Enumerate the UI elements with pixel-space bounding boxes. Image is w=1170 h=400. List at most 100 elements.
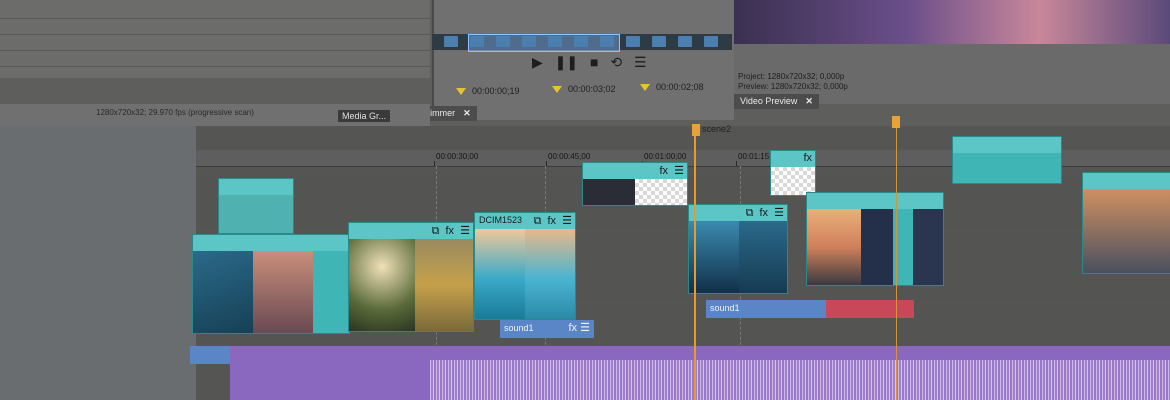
- film-frame: [522, 36, 536, 47]
- menu-icon[interactable]: ☰: [460, 225, 470, 237]
- track-headers: [0, 126, 196, 400]
- menu-icon[interactable]: ☰: [774, 207, 784, 219]
- explorer-panel: [0, 0, 430, 78]
- clip-thumbnail: [313, 251, 349, 333]
- crop-icon[interactable]: ⧉: [534, 215, 542, 227]
- clip-thumbnail: [475, 229, 525, 319]
- video-clip[interactable]: [806, 192, 944, 286]
- film-frame: [626, 36, 640, 47]
- ruler-label: 00:00:45;00: [548, 152, 591, 161]
- clip-thumbnail: [635, 179, 687, 205]
- audio-clip[interactable]: [826, 300, 914, 318]
- crop-icon[interactable]: ⧉: [746, 207, 754, 219]
- trimmer-selection[interactable]: [468, 34, 620, 52]
- trimmer-filmstrip[interactable]: [432, 34, 732, 52]
- video-clip[interactable]: fx ☰: [582, 162, 688, 206]
- clip-controls: fx: [800, 152, 812, 164]
- menu-icon[interactable]: ☰: [674, 165, 684, 177]
- clip-thumbnail: [349, 239, 415, 331]
- scene-marker-label: scene2: [702, 124, 732, 134]
- ruler-label: 00:01:00;00: [644, 152, 687, 161]
- menu-icon[interactable]: ☰: [634, 54, 647, 70]
- video-clip[interactable]: [1082, 172, 1170, 274]
- film-frame: [548, 36, 562, 47]
- film-frame: [444, 36, 458, 47]
- clip-thumbnail: [525, 229, 575, 319]
- film-frame: [652, 36, 666, 47]
- clip-thumbnail: [415, 239, 473, 331]
- fx-icon[interactable]: fx: [660, 165, 669, 177]
- tab-media-generators[interactable]: Media Gr...: [338, 110, 391, 122]
- fx-icon[interactable]: fx: [803, 152, 812, 164]
- fx-icon[interactable]: fx: [446, 225, 455, 237]
- play-icon[interactable]: ▶: [532, 54, 543, 70]
- close-icon[interactable]: ✕: [463, 108, 471, 118]
- film-frame: [574, 36, 588, 47]
- video-clip[interactable]: [218, 178, 294, 234]
- clip-controls: ⧉ fx ☰: [531, 214, 572, 228]
- playhead[interactable]: [694, 124, 696, 400]
- clip-thumbnail: [193, 251, 253, 333]
- ruler-tick: [736, 161, 737, 166]
- fx-icon[interactable]: fx: [569, 322, 578, 334]
- menu-icon[interactable]: ☰: [580, 322, 590, 334]
- film-frame: [470, 36, 484, 47]
- video-clip[interactable]: [952, 136, 1062, 184]
- tab-video-preview[interactable]: Video Preview ✕: [734, 94, 819, 109]
- scene-marker[interactable]: [892, 116, 900, 128]
- preview-props: Preview: 1280x720x32; 0,000p: [738, 82, 848, 91]
- video-preview-frame: [734, 0, 1170, 44]
- video-clip[interactable]: fx: [770, 150, 816, 196]
- clip-thumbnail: [253, 251, 313, 333]
- close-icon[interactable]: ✕: [805, 96, 813, 106]
- audio-clip-name: sound1: [710, 303, 740, 313]
- clip-thumbnail: [913, 209, 943, 285]
- in-marker-icon: [456, 88, 466, 96]
- transport-controls: ▶ ❚❚ ■ ⟲ ☰: [532, 54, 655, 71]
- clip-thumbnail: [807, 209, 861, 285]
- clip-thumbnail: [771, 167, 815, 195]
- project-props: Project: 1280x720x32; 0,000p: [738, 72, 845, 81]
- out-marker-icon: [552, 86, 562, 94]
- film-frame: [600, 36, 614, 47]
- fx-icon[interactable]: fx: [548, 215, 557, 227]
- in-point-timecode: 00:00:00;19: [456, 86, 520, 96]
- audio-clip-name: sound1: [504, 323, 534, 333]
- clip-thumbnail: [861, 209, 893, 285]
- clip-controls: ⧉ fx ☰: [429, 224, 470, 238]
- video-clip[interactable]: ⧉ fx ☰: [688, 204, 788, 294]
- media-format: 1280x720x32; 29.970 fps (progressive sca…: [96, 108, 254, 117]
- panel-row: [0, 52, 430, 67]
- duration-timecode: 00:00:02;08: [640, 82, 704, 92]
- loop-icon[interactable]: ⟲: [610, 54, 622, 70]
- video-clip[interactable]: DCIM1523 ⧉ fx ☰: [474, 212, 576, 320]
- clip-thumbnail: [583, 179, 635, 205]
- panel-row: [0, 36, 430, 51]
- clip-thumbnail: [953, 153, 1061, 183]
- scene-marker[interactable]: [692, 124, 700, 136]
- clip-controls: fx ☰: [569, 321, 591, 334]
- audio-clip[interactable]: sound1 fx ☰: [500, 320, 594, 338]
- ruler-tick: [434, 161, 435, 166]
- pause-icon[interactable]: ❚❚: [555, 54, 578, 70]
- clip-name: DCIM1523: [479, 215, 523, 225]
- video-clip[interactable]: [192, 234, 350, 334]
- marker-line: [896, 124, 897, 400]
- video-clip[interactable]: ⧉ fx ☰: [348, 222, 474, 332]
- ruler-label: 00:00:30;00: [436, 152, 479, 161]
- menu-icon[interactable]: ☰: [562, 215, 572, 227]
- clip-thumbnail: [689, 221, 739, 293]
- clip-controls: ⧉ fx ☰: [743, 206, 784, 220]
- audio-waveform: [430, 360, 1170, 400]
- clip-thumbnail: [739, 221, 787, 293]
- clip-thumbnail: [1083, 189, 1170, 273]
- clip-thumbnail: [219, 195, 293, 233]
- out-point-timecode: 00:00:03;02: [552, 84, 616, 94]
- stop-icon[interactable]: ■: [590, 54, 598, 70]
- film-frame: [678, 36, 692, 47]
- panel-row: [0, 20, 430, 35]
- film-frame: [704, 36, 718, 47]
- crop-icon[interactable]: ⧉: [432, 225, 440, 237]
- fx-icon[interactable]: fx: [760, 207, 769, 219]
- clip-controls: fx ☰: [657, 164, 685, 177]
